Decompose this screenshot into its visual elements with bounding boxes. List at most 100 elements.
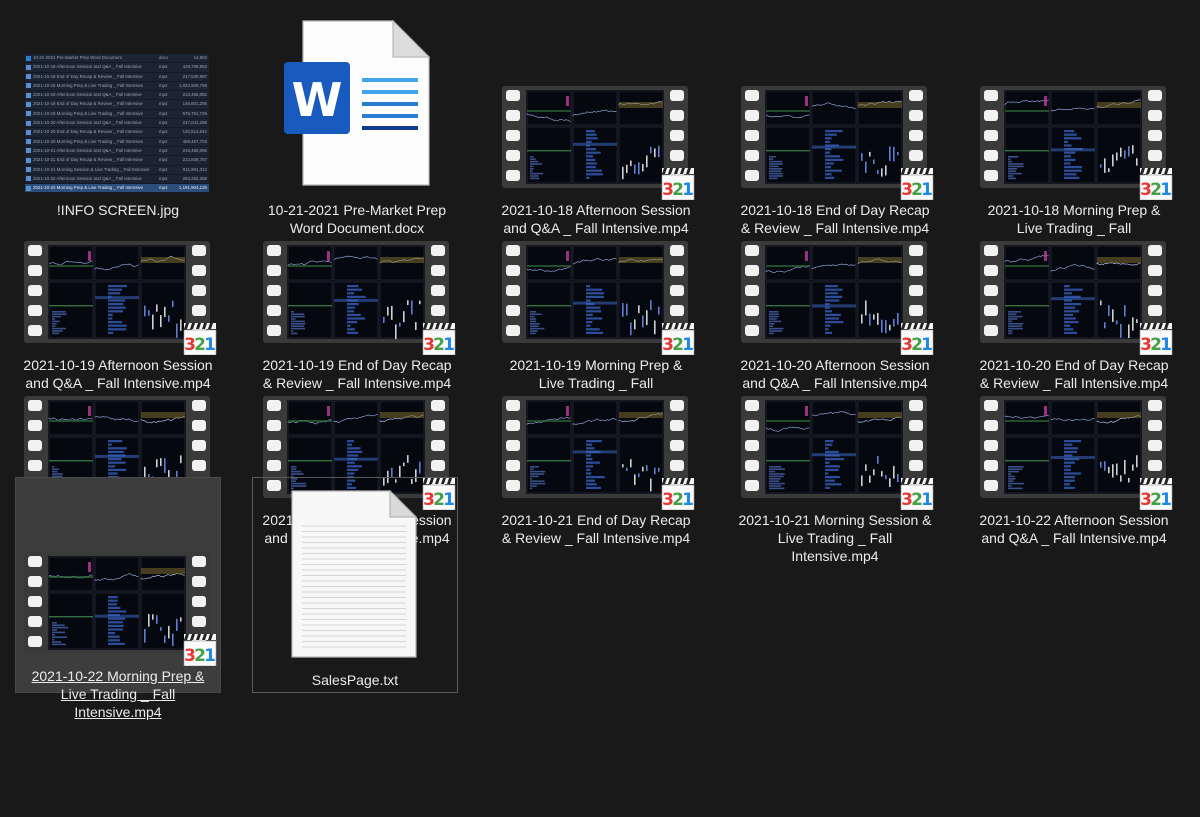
svg-text:1: 1 — [921, 490, 933, 510]
info-screen-row-size: 120,513,642 — [182, 129, 207, 135]
info-screen-row-ext: mp4 — [159, 73, 168, 79]
info-screen-row-name: 2021-10-18 End of Day Recap & Review _ F… — [33, 73, 143, 79]
svg-text:W: W — [292, 73, 343, 127]
file-tile-mp4[interactable]: 3 2 1 2021-10-21 End of Day Recap & Review … — [493, 321, 699, 546]
file-thumbnail: 321 — [733, 322, 937, 510]
info-screen-row: 2021-10-18 Afternoon Session and Q&A _ F… — [25, 63, 209, 73]
media-player-badge-icon: 321 — [183, 634, 217, 666]
file-type-icon — [26, 83, 31, 89]
info-screen-row-name: 2021-10-19 Morning Prep & Live Trading _… — [33, 110, 144, 116]
file-type-icon — [26, 64, 31, 70]
info-screen-row-name: 2021-10-21 End of Day Recap & Review _ F… — [33, 157, 143, 163]
info-screen-row: 2021-10-19 Morning Prep & Live Trading _… — [25, 110, 209, 120]
video-thumbnail: 321 — [24, 552, 217, 666]
file-tile-mp4[interactable]: 3 2 1 2021-10-21 Morning Session & Live Tra… — [732, 321, 938, 564]
info-screen-row: 2021-10-21 End of Day Recap & Review _ F… — [25, 156, 209, 166]
info-screen-row-ext: docx — [159, 55, 169, 60]
info-screen-row-size: 217,041,298 — [182, 120, 207, 126]
video-frame-preview — [765, 400, 903, 494]
info-screen-row-size: 458,457,703 — [182, 138, 207, 144]
file-name-label: 2021-10-22 Afternoon Session and Q&A _ F… — [979, 512, 1169, 546]
file-tile-txt[interactable]: SalesPage.txt — [252, 477, 458, 693]
info-screen-row-name: 2021-10-20 Afternoon Session and Q&A _ F… — [33, 120, 142, 126]
video-thumbnail: 321 — [741, 396, 934, 510]
file-type-icon — [26, 139, 31, 145]
video-thumbnail: 321 — [502, 396, 695, 510]
file-type-icon — [26, 74, 31, 80]
info-screen-row-name: 2021-10-21 Afternoon Session and Q&A _ F… — [33, 147, 142, 153]
video-frame — [765, 400, 903, 494]
film-sprocket-holes — [983, 400, 999, 494]
media-player-badge-icon: 321 — [900, 478, 934, 510]
info-screen-row: 2021-10-20 Afternoon Session and Q&A _ F… — [25, 119, 209, 129]
video-frame — [1004, 400, 1142, 494]
info-screen-row: 2021-10-19 End of Day Recap & Review _ F… — [25, 100, 209, 110]
info-screen-row-size: 1,022,505,759 — [178, 82, 207, 88]
file-type-icon — [26, 92, 31, 98]
media-player-badge-icon: 321 — [661, 478, 695, 510]
file-type-icon — [26, 55, 31, 61]
info-screen-row: 10-21-2021 Pre-Market Prep Word Document… — [25, 54, 209, 64]
info-screen-row-size: 213,465,082 — [182, 92, 207, 98]
info-screen-row-ext: mp4 — [159, 138, 168, 144]
file-tile-mp4[interactable]: 3 2 1 2021-10-22 Morning Prep & Live Tradin… — [15, 477, 221, 720]
info-screen-row: 2021-10-20 Morning Prep & Live Trading _… — [25, 138, 209, 147]
info-screen-row: 2021-10-18 Morning Prep & Live Trading _… — [25, 82, 209, 92]
info-screen-row-size: 213,848,757 — [182, 157, 207, 163]
info-screen-row-size: 576,761,739 — [182, 110, 207, 116]
file-type-icon — [26, 148, 31, 154]
info-screen-row-name: 2021-10-19 Afternoon Session and Q&A _ F… — [33, 92, 142, 98]
svg-text:1: 1 — [1160, 490, 1172, 510]
film-sprocket-holes — [505, 400, 521, 494]
film-sprocket-holes — [744, 400, 760, 494]
video-frame — [48, 556, 186, 650]
info-screen-row-name: 2021-10-18 Morning Prep & Live Trading _… — [33, 82, 144, 88]
info-screen-row-size: 145,601,295 — [182, 101, 207, 107]
file-name-label: 2021-10-21 Morning Session & Live Tradin… — [738, 512, 932, 564]
info-screen-row-name: 2021-10-18 Afternoon Session and Q&A _ F… — [33, 64, 142, 70]
file-type-icon — [26, 120, 31, 126]
info-screen-row: 2021-10-20 End of Day Recap & Review _ F… — [25, 128, 209, 138]
info-screen-row-size: 429,798,963 — [182, 64, 207, 70]
file-type-icon — [26, 129, 31, 135]
info-screen-row: 2021-10-18 End of Day Recap & Review _ F… — [25, 73, 209, 82]
video-frame — [526, 400, 664, 494]
media-player-badge-icon: 321 — [1139, 478, 1173, 510]
info-screen-row-size: 215,460,096 — [182, 147, 207, 153]
file-type-icon — [26, 157, 31, 163]
info-screen-row-ext: mp4 — [159, 101, 168, 107]
film-sprocket-holes — [27, 556, 43, 650]
file-thumbnail: 321 — [972, 322, 1176, 510]
info-screen-row-ext: mp4 — [159, 157, 168, 163]
text-document-icon — [291, 490, 418, 658]
file-thumbnail: 321 — [16, 478, 220, 666]
file-type-icon — [26, 101, 31, 107]
video-frame-preview — [48, 556, 186, 650]
svg-text:1: 1 — [204, 646, 216, 666]
file-thumbnail: 321 — [494, 322, 698, 510]
video-frame-preview — [1004, 400, 1142, 494]
info-screen-row-ext: mp4 — [159, 92, 168, 98]
info-screen-row-name: 2021-10-20 Morning Prep & Live Trading _… — [33, 138, 144, 144]
info-screen-row-ext: mp4 — [159, 110, 168, 116]
info-screen-row: 2021-10-21 Afternoon Session and Q&A _ F… — [25, 147, 209, 157]
file-tile-mp4[interactable]: 3 2 1 2021-10-22 Afternoon Session and Q&A … — [971, 321, 1177, 546]
info-screen-row-ext: mp4 — [159, 64, 168, 70]
file-type-icon — [26, 111, 31, 117]
video-thumbnail: 321 — [980, 396, 1173, 510]
info-screen-row-ext: mp4 — [159, 82, 168, 88]
video-frame-preview — [526, 400, 664, 494]
info-screen-row-size: 14,903 — [193, 55, 207, 60]
word-document-icon: W — [284, 20, 431, 186]
info-screen-row-name: 2021-10-19 End of Day Recap & Review _ F… — [33, 101, 143, 107]
info-screen-row-size: 217,530,997 — [182, 73, 207, 79]
info-screen-row: 2021-10-19 Afternoon Session and Q&A _ F… — [25, 91, 209, 101]
info-screen-row-ext: mp4 — [159, 120, 168, 126]
file-name-label: 2021-10-22 Morning Prep & Live Trading _… — [31, 668, 205, 720]
info-screen-row-ext: mp4 — [159, 129, 168, 135]
info-screen-row-ext: mp4 — [159, 147, 168, 153]
file-name-label: SalesPage.txt — [311, 672, 399, 688]
info-screen-row-name: 2021-10-20 End of Day Recap & Review _ F… — [33, 129, 143, 135]
file-thumbnail — [253, 478, 457, 666]
file-name-label: 2021-10-21 End of Day Recap & Review _ F… — [501, 512, 691, 546]
